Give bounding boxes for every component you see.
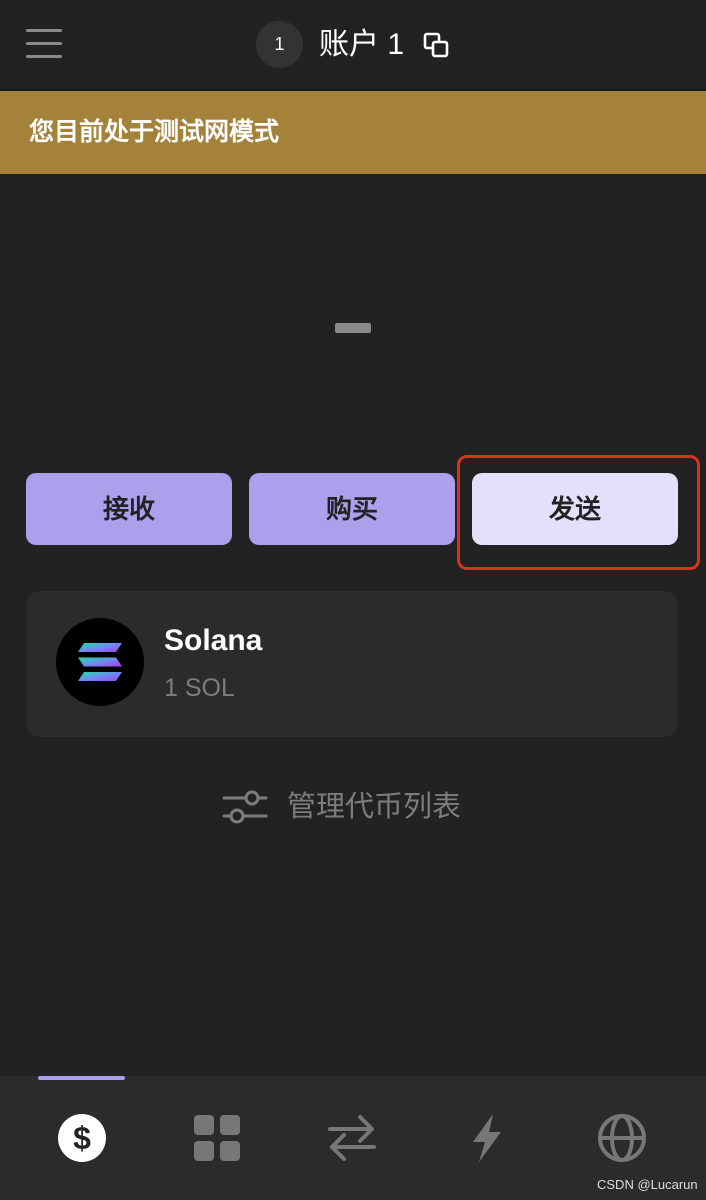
copy-icon[interactable] [423,32,449,58]
lightning-icon [473,1114,501,1162]
tab-explore[interactable] [596,1112,648,1164]
header: 1 账户 1 [0,0,706,91]
watermark: CSDN @Lucarun [597,1177,698,1192]
globe-icon [598,1114,646,1162]
token-row[interactable]: Solana 1 SOL [26,591,678,737]
tab-collectibles[interactable] [191,1112,243,1164]
token-name: Solana [164,624,263,657]
grid-icon [194,1115,240,1161]
testnet-banner: 您目前处于测试网模式 [0,91,706,174]
testnet-banner-text: 您目前处于测试网模式 [29,118,280,146]
balance-placeholder [335,323,371,333]
receive-button[interactable]: 接收 [26,473,232,545]
solana-logo-icon [56,618,144,706]
tab-tokens[interactable]: $ [56,1112,108,1164]
account-name[interactable]: 账户 1 [319,24,404,66]
hamburger-menu-icon[interactable] [26,28,62,60]
tab-activity[interactable] [461,1112,513,1164]
token-amount: 1 SOL [164,674,235,702]
active-tab-indicator [38,1076,125,1080]
buy-button[interactable]: 购买 [249,473,455,545]
sliders-icon [222,787,268,827]
account-avatar[interactable]: 1 [256,21,303,68]
tab-swap[interactable] [326,1112,378,1164]
swap-arrows-icon [328,1115,376,1161]
send-button[interactable]: 发送 [472,473,678,545]
dollar-icon: $ [58,1114,106,1162]
svg-text:$: $ [73,1120,91,1156]
manage-token-list-label: 管理代币列表 [287,791,462,823]
